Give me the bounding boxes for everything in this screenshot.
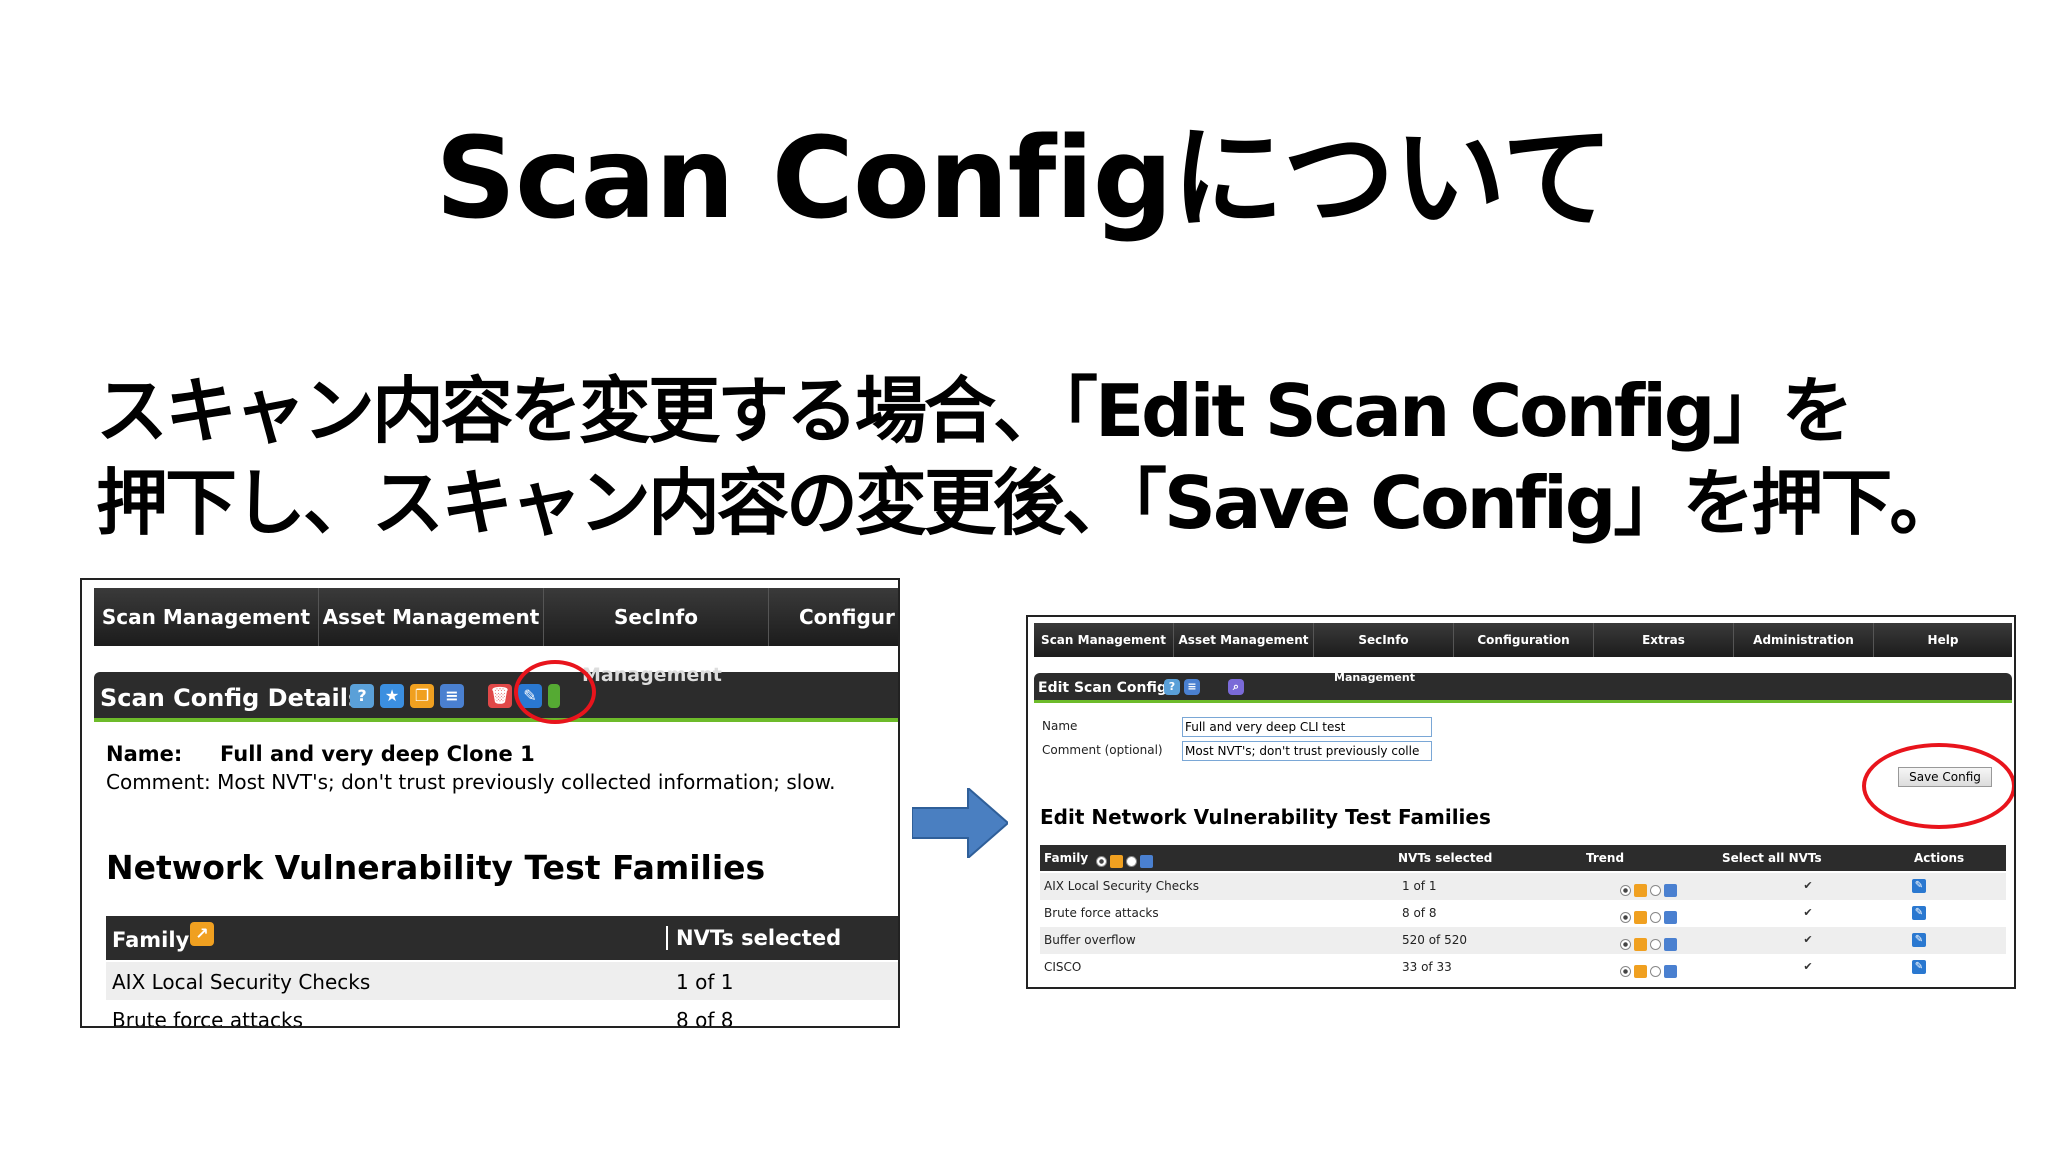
search-icon[interactable]: ⌕ xyxy=(1228,679,1244,695)
edit-family-icon[interactable]: ✎ xyxy=(1912,933,1926,947)
family-header-icons xyxy=(1096,851,1156,870)
nav-configuration[interactable]: Configuration xyxy=(1454,623,1594,657)
edit-family-icon[interactable]: ✎ xyxy=(1912,906,1926,920)
table-row[interactable]: Brute force attacks 8 of 8 ✔ ✎ xyxy=(1040,900,2006,927)
comment-input[interactable]: Most NVT's; don't trust previously colle xyxy=(1182,741,1432,761)
name-value: Full and very deep Clone 1 xyxy=(220,742,535,766)
table-row[interactable]: AIX Local Security Checks 1 of 1 xyxy=(106,962,898,1000)
right-arrow-icon xyxy=(912,788,1008,858)
table-row[interactable]: CISCO 33 of 33 ✔ ✎ xyxy=(1040,954,2006,981)
nav-asset-management[interactable]: Asset Management xyxy=(319,588,544,646)
list-icon[interactable]: ≡ xyxy=(1184,679,1200,695)
nav-sub-label: Management xyxy=(1334,671,1415,684)
edit-scan-config-header: Edit Scan Config ? ≡ ⌕ xyxy=(1034,673,2012,703)
col-nvts-selected[interactable]: NVTs selected xyxy=(1398,851,1492,865)
comment-value: Most NVT's; don't trust previously colle… xyxy=(217,770,836,794)
nvts-cell: 8 of 8 xyxy=(676,1008,734,1028)
select-all-checkbox[interactable]: ✔ xyxy=(1802,961,1814,973)
nvts-cell: 1 of 1 xyxy=(1402,879,1437,893)
select-all-checkbox[interactable]: ✔ xyxy=(1802,934,1814,946)
nav-scan-management[interactable]: Scan Management xyxy=(1034,623,1174,657)
nav-administration[interactable]: Administration xyxy=(1734,623,1874,657)
name-input[interactable]: Full and very deep CLI test xyxy=(1182,717,1432,737)
help-icon[interactable]: ? xyxy=(1164,679,1180,695)
nav-help[interactable]: Help xyxy=(1874,623,2012,657)
clone-icon[interactable]: ❐ xyxy=(410,684,434,708)
trash-icon[interactable]: 🗑 xyxy=(488,684,512,708)
config-comment-row: Comment: Most NVT's; don't trust previou… xyxy=(106,770,835,794)
trend-controls[interactable] xyxy=(1620,907,1680,926)
new-icon[interactable]: ★ xyxy=(380,684,404,708)
sort-icon[interactable]: ↗ xyxy=(190,922,214,946)
main-nav: Scan Management Asset Management SecInfo… xyxy=(94,588,898,646)
section-title: Scan Config Details xyxy=(100,684,363,712)
family-cell: Brute force attacks xyxy=(112,1008,304,1028)
trend-controls[interactable] xyxy=(1620,880,1680,899)
edit-family-icon[interactable]: ✎ xyxy=(1912,960,1926,974)
nav-asset-management[interactable]: Asset Management xyxy=(1174,623,1314,657)
section-title: Edit Scan Config xyxy=(1038,680,1167,696)
nav-secinfo[interactable]: SecInfo xyxy=(544,588,769,646)
edit-scan-config-screenshot: Scan Management Asset Management SecInfo… xyxy=(1026,615,2016,989)
select-all-checkbox[interactable]: ✔ xyxy=(1802,880,1814,892)
nav-scan-management[interactable]: Scan Management xyxy=(94,588,319,646)
nav-sub-label: Management xyxy=(582,664,722,686)
table-row[interactable]: Brute force attacks 8 of 8 xyxy=(106,1000,898,1028)
col-trend[interactable]: Trend xyxy=(1586,851,1624,865)
family-cell: Buffer overflow xyxy=(1044,933,1136,947)
trend-controls[interactable] xyxy=(1620,934,1680,953)
table-row[interactable]: Buffer overflow 520 of 520 ✔ ✎ xyxy=(1040,927,2006,954)
edit-nvt-families-heading: Edit Network Vulnerability Test Families xyxy=(1040,805,1491,829)
slide-title: Scan Configについて xyxy=(435,114,1613,244)
nvts-cell: 520 of 520 xyxy=(1402,933,1468,947)
nvts-cell: 1 of 1 xyxy=(676,970,734,994)
col-select-all[interactable]: Select all NVTs xyxy=(1722,851,1822,865)
highlight-circle-edit xyxy=(514,660,596,724)
table-row[interactable]: AIX Local Security Checks 1 of 1 ✔ ✎ xyxy=(1040,873,2006,900)
name-label: Name: xyxy=(106,742,183,766)
nvts-cell: 33 of 33 xyxy=(1402,960,1452,974)
instruction-line-2: 押下し、スキャン内容の変更後、「Save Config」を押下。 xyxy=(96,461,1961,545)
nav-configuration[interactable]: Configur xyxy=(769,588,898,646)
nvts-cell: 8 of 8 xyxy=(1402,906,1437,920)
config-name-row: Name: Full and very deep Clone 1 xyxy=(106,742,535,766)
highlight-circle-save xyxy=(1862,743,2014,829)
col-actions[interactable]: Actions xyxy=(1914,851,1964,865)
families-table-header: Family ↗ NVTs selected xyxy=(106,916,898,960)
nav-extras[interactable]: Extras xyxy=(1594,623,1734,657)
scan-config-details-screenshot: Scan Management Asset Management SecInfo… xyxy=(80,578,900,1028)
trend-controls[interactable] xyxy=(1620,961,1680,980)
col-family[interactable]: Family xyxy=(1044,851,1088,865)
nvt-families-heading: Network Vulnerability Test Families xyxy=(106,848,766,887)
nav-secinfo[interactable]: SecInfo xyxy=(1314,623,1454,657)
list-icon[interactable]: ≡ xyxy=(440,684,464,708)
instruction-line-1: スキャン内容を変更する場合、「Edit Scan Config」を xyxy=(96,369,1853,453)
comment-label: Comment: xyxy=(106,770,211,794)
col-family[interactable]: Family xyxy=(112,928,189,952)
help-icon[interactable]: ? xyxy=(350,684,374,708)
family-cell: CISCO xyxy=(1044,960,1082,974)
family-cell: Brute force attacks xyxy=(1044,906,1159,920)
main-nav: Scan Management Asset Management SecInfo… xyxy=(1034,623,2012,657)
family-cell: AIX Local Security Checks xyxy=(112,970,371,994)
families-table-header: Family NVTs selected Trend Select all NV… xyxy=(1040,845,2006,871)
col-nvts-selected[interactable]: NVTs selected xyxy=(666,926,841,950)
name-label: Name xyxy=(1042,719,1078,733)
scan-config-details-header: Scan Config Details ? ★ ❐ ≡ 🗑 ✎ xyxy=(94,672,898,722)
family-cell: AIX Local Security Checks xyxy=(1044,879,1199,893)
select-all-checkbox[interactable]: ✔ xyxy=(1802,907,1814,919)
comment-label: Comment (optional) xyxy=(1042,743,1163,757)
edit-family-icon[interactable]: ✎ xyxy=(1912,879,1926,893)
